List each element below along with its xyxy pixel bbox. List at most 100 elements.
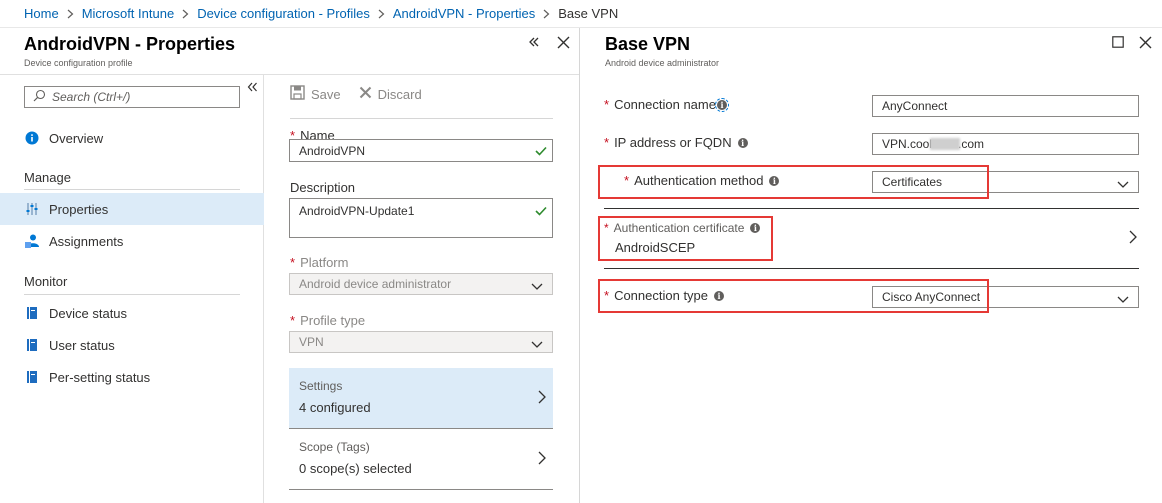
close-blade-button[interactable] xyxy=(557,36,570,53)
nav-item-per-setting-status[interactable]: Per-setting status xyxy=(0,361,264,393)
ip-value-suffix: .com xyxy=(958,137,985,151)
settings-card[interactable]: Settings 4 configured xyxy=(289,368,553,429)
check-icon xyxy=(535,205,547,219)
assignments-icon xyxy=(24,233,40,249)
ip-address-label: * IP address or FQDN i xyxy=(604,135,748,150)
breadcrumb: Home Microsoft Intune Device configurati… xyxy=(0,0,1162,28)
chevron-down-icon xyxy=(1117,293,1129,307)
resource-menu: Search (Ctrl+/) Overview Manage Properti… xyxy=(0,74,264,503)
sliders-icon xyxy=(24,201,40,217)
connection-name-label: * Connection name i xyxy=(604,97,729,112)
platform-label: * Platform xyxy=(290,255,348,270)
chevron-right-icon xyxy=(538,390,546,407)
discard-label: Discard xyxy=(377,86,422,102)
description-field[interactable]: AndroidVPN-Update1 xyxy=(289,198,553,238)
base-vpn-blade: Base VPN Android device administrator * … xyxy=(580,28,1162,503)
divider xyxy=(604,268,1139,269)
close-icon xyxy=(557,36,570,53)
description-value: AndroidVPN-Update1 xyxy=(299,204,415,218)
connection-name-field[interactable]: AnyConnect xyxy=(872,95,1139,117)
blade-title: AndroidVPN - Properties xyxy=(24,34,236,54)
chevron-down-icon xyxy=(1117,178,1129,192)
highlight-box xyxy=(598,216,773,261)
search-icon xyxy=(33,89,52,105)
maximize-icon xyxy=(1112,35,1124,52)
collapse-blade-button[interactable] xyxy=(528,36,540,52)
chevron-right-icon xyxy=(182,9,189,19)
connection-name-label-text: Connection name xyxy=(614,97,716,112)
settings-title: Settings xyxy=(299,379,343,393)
name-field[interactable]: AndroidVPN xyxy=(289,139,553,162)
required-marker: * xyxy=(604,135,610,150)
platform-value: Android device administrator xyxy=(299,277,452,291)
collapse-menu-button[interactable] xyxy=(247,79,258,95)
blade-header: Base VPN Android device administrator xyxy=(605,34,719,68)
scope-tags-card[interactable]: Scope (Tags) 0 scope(s) selected xyxy=(289,429,553,490)
book-icon xyxy=(24,337,40,353)
double-chevron-left-icon xyxy=(528,35,540,52)
scope-value: 0 scope(s) selected xyxy=(299,461,412,476)
highlight-box xyxy=(598,165,989,199)
command-bar: Save Discard xyxy=(290,85,422,103)
platform-select[interactable]: Android device administrator xyxy=(289,273,553,295)
search-placeholder: Search (Ctrl+/) xyxy=(52,90,131,104)
close-blade-button[interactable] xyxy=(1139,36,1152,53)
scope-title: Scope (Tags) xyxy=(299,440,370,454)
breadcrumb-androidvpn[interactable]: AndroidVPN - Properties xyxy=(393,6,535,21)
nav-item-device-status[interactable]: Device status xyxy=(0,297,264,329)
nav-item-assignments[interactable]: Assignments xyxy=(0,225,264,257)
nav-item-user-status[interactable]: User status xyxy=(0,329,264,361)
divider xyxy=(604,208,1139,209)
chevron-right-icon xyxy=(67,9,74,19)
redacted-text xyxy=(930,138,961,150)
save-label: Save xyxy=(311,86,341,102)
platform-label-text: Platform xyxy=(300,255,349,270)
chevron-down-icon xyxy=(531,338,543,352)
settings-value: 4 configured xyxy=(299,400,371,415)
nav-label: Device status xyxy=(49,305,128,321)
blade-title: Base VPN xyxy=(605,34,691,54)
chevron-right-icon xyxy=(538,451,546,468)
nav-section-manage: Manage xyxy=(24,170,71,185)
book-icon xyxy=(24,369,40,385)
discard-button[interactable]: Discard xyxy=(359,85,422,103)
profile-type-label: * Profile type xyxy=(290,313,365,328)
double-chevron-left-icon xyxy=(247,79,258,95)
nav-label: Per-setting status xyxy=(49,369,151,385)
blade-subtitle: Android device administrator xyxy=(605,58,720,68)
blade-subtitle: Device configuration profile xyxy=(24,58,133,68)
breadcrumb-intune[interactable]: Microsoft Intune xyxy=(82,6,175,21)
info-icon xyxy=(24,130,40,146)
chevron-down-icon xyxy=(531,280,543,294)
nav-label: User status xyxy=(49,337,115,353)
nav-section-monitor: Monitor xyxy=(24,274,68,289)
description-label: Description xyxy=(290,180,356,195)
name-value: AndroidVPN xyxy=(299,143,366,158)
required-marker: * xyxy=(290,313,296,328)
info-icon[interactable]: i xyxy=(714,97,729,112)
save-button[interactable]: Save xyxy=(290,85,341,103)
divider xyxy=(24,294,240,295)
maximize-blade-button[interactable] xyxy=(1112,36,1124,52)
save-icon xyxy=(290,85,305,103)
divider xyxy=(290,118,553,119)
nav-label: Properties xyxy=(49,201,109,217)
ip-address-field[interactable]: VPN.cool .com xyxy=(872,133,1139,155)
close-icon xyxy=(1139,36,1152,53)
nav-item-properties[interactable]: Properties xyxy=(0,193,264,225)
info-icon[interactable]: i xyxy=(737,137,748,148)
ip-address-label-text: IP address or FQDN xyxy=(614,135,732,150)
chevron-right-icon xyxy=(1129,230,1137,247)
ip-value-prefix: VPN.cool xyxy=(882,137,933,151)
menu-search-input[interactable]: Search (Ctrl+/) xyxy=(24,86,240,108)
chevron-right-icon xyxy=(378,9,385,19)
nav-item-overview[interactable]: Overview xyxy=(0,122,264,154)
breadcrumb-home[interactable]: Home xyxy=(24,6,59,21)
book-icon xyxy=(24,305,40,321)
profile-type-select[interactable]: VPN xyxy=(289,331,553,353)
profile-type-label-text: Profile type xyxy=(300,313,366,328)
profile-type-value: VPN xyxy=(299,335,324,349)
breadcrumb-device-configuration[interactable]: Device configuration - Profiles xyxy=(197,6,370,21)
connection-name-value: AnyConnect xyxy=(882,99,948,113)
chevron-right-icon xyxy=(543,9,550,19)
